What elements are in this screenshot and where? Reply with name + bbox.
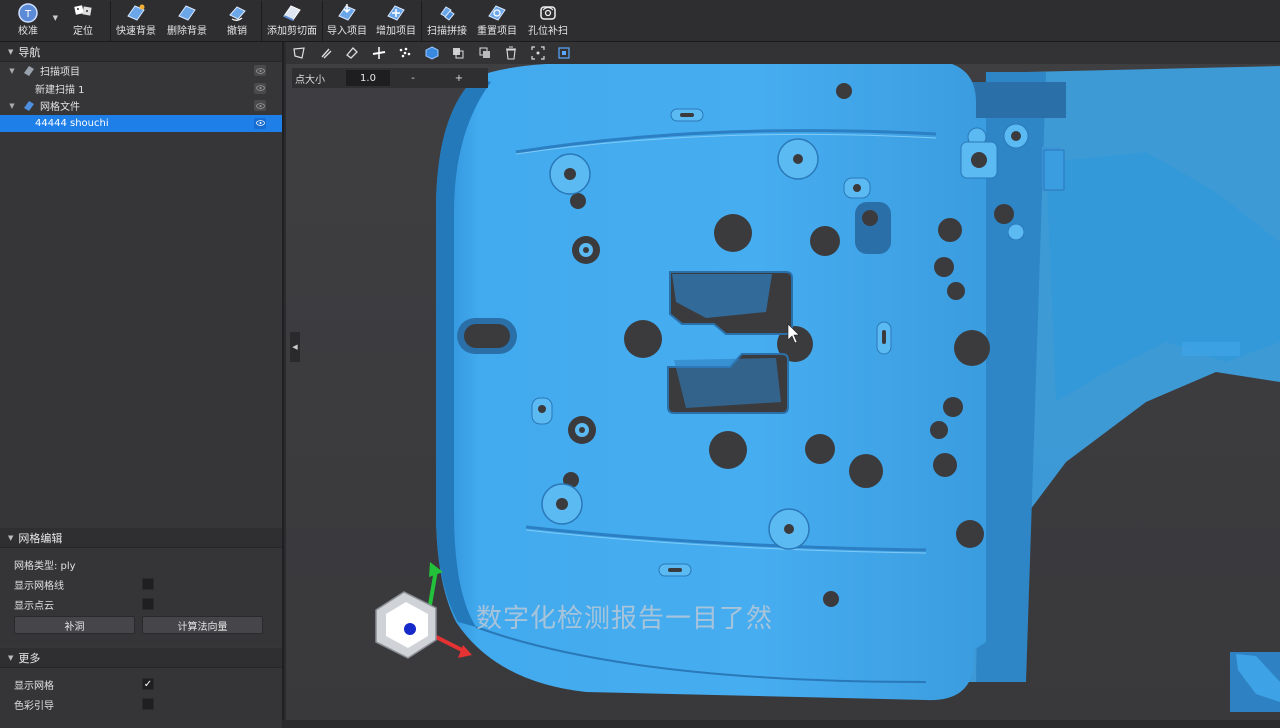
hole-rescan-button[interactable]: 孔位补扫	[522, 0, 574, 42]
import-project-button[interactable]: 导入项目	[323, 0, 371, 42]
locate-button[interactable]: 定位	[56, 0, 110, 42]
show-pointcloud-checkbox[interactable]	[142, 598, 154, 610]
fill-holes-button[interactable]: 补洞	[14, 616, 135, 634]
collapse-arrow-icon: ▼	[8, 653, 14, 662]
nav-tree: ▼ 扫描项目 新建扫描 1 ▼ 网格文件 44444 shouchi	[0, 62, 282, 132]
nav-title: 导航	[18, 45, 41, 59]
tree-item-scan-project[interactable]: ▼ 扫描项目	[0, 62, 282, 80]
quick-background-icon	[127, 4, 145, 21]
show-pointcloud-row: 显示点云	[0, 594, 282, 614]
point-size-bar: 点大小 1.0 - +	[292, 68, 488, 88]
delete-background-button[interactable]: 删除背景	[161, 0, 213, 42]
add-clip-plane-button[interactable]: 添加剪切面	[262, 0, 322, 42]
view-cube-icon[interactable]	[421, 43, 443, 63]
add-project-button[interactable]: 增加项目	[371, 0, 421, 42]
brush-select-icon[interactable]	[315, 43, 337, 63]
mesh-type-label: 网格类型: ply	[14, 560, 76, 572]
eraser-icon[interactable]	[341, 43, 363, 63]
point-size-value[interactable]: 1.0	[346, 70, 390, 86]
trash-icon[interactable]	[500, 43, 522, 63]
more-section: ▼ 更多 显示网格 ✓ 色彩引导	[0, 648, 282, 728]
color-guide-row: 色彩引导	[0, 694, 282, 714]
tree-item-mesh-44444-shouchi[interactable]: 44444 shouchi	[0, 114, 282, 132]
show-wireframe-row: 显示网格线	[0, 574, 282, 594]
locate-icon	[74, 5, 92, 16]
viewport-toolbar	[286, 42, 1280, 64]
mesh-actions-row: 补洞 计算法向量	[0, 614, 282, 634]
expand-arrow-icon[interactable]: ▼	[7, 67, 17, 75]
point-size-label: 点大小	[295, 74, 325, 86]
collapse-arrow-icon: ▼	[8, 47, 14, 56]
point-select-icon[interactable]	[394, 43, 416, 63]
expand-arrow-icon[interactable]: ▼	[7, 102, 17, 110]
hole-rescan-icon	[540, 6, 556, 20]
show-mesh-checkbox[interactable]: ✓	[142, 678, 154, 690]
visibility-eye-icon[interactable]	[254, 100, 266, 111]
invert-select-icon[interactable]	[447, 43, 469, 63]
show-wireframe-checkbox[interactable]	[142, 578, 154, 590]
visibility-eye-icon[interactable]	[254, 65, 266, 76]
reset-project-icon	[488, 5, 506, 21]
scan-stitch-icon	[440, 6, 455, 21]
deselect-icon[interactable]	[474, 43, 496, 63]
import-project-icon	[338, 4, 356, 21]
undo-button[interactable]: 撤销	[213, 0, 261, 42]
left-panel: ▼ 导航 ▼ 扫描项目 新建扫描 1 ▼ 网格文件 44444 shouchi	[0, 42, 284, 728]
reset-project-button[interactable]: 重置项目	[472, 0, 522, 42]
more-header[interactable]: ▼ 更多	[0, 648, 282, 668]
scan-project-icon	[24, 65, 34, 76]
video-subtitle: 数字化检测报告一目了然	[476, 604, 774, 634]
add-project-icon	[387, 5, 405, 21]
point-size-plus-button[interactable]: +	[436, 73, 482, 84]
main-toolbar: T 校准 ▼ 定位 快速背景 删除背景 撤销 添加剪切面 导入项目 增加项目 扫…	[0, 0, 1280, 42]
mesh-edit-header[interactable]: ▼ 网格编辑	[0, 528, 282, 548]
calibrate-icon: T	[18, 3, 38, 23]
mesh-edit-body: 网格类型: ply 显示网格线 显示点云 补洞 计算法向量	[0, 548, 282, 646]
compute-normals-button[interactable]: 计算法向量	[142, 616, 263, 634]
color-guide-checkbox[interactable]	[142, 698, 154, 710]
nav-panel-header[interactable]: ▼ 导航	[0, 42, 282, 62]
show-mesh-row: 显示网格 ✓	[14, 678, 154, 692]
visibility-eye-icon[interactable]	[254, 82, 266, 94]
tree-item-new-scan[interactable]: 新建扫描 1	[0, 80, 282, 98]
visibility-eye-icon[interactable]	[254, 117, 266, 129]
plane-cut-icon[interactable]	[368, 43, 390, 63]
lasso-select-icon[interactable]	[288, 43, 310, 63]
undo-icon	[229, 6, 246, 21]
scan-stitch-button[interactable]: 扫描拼接	[422, 0, 472, 42]
collapse-panel-icon[interactable]: ◀	[290, 332, 300, 362]
mesh-file-icon	[24, 100, 34, 111]
mesh-scene[interactable]	[286, 42, 1280, 720]
collapse-arrow-icon: ▼	[8, 533, 14, 542]
point-size-minus-button[interactable]: -	[390, 73, 436, 84]
zoom-fit-icon[interactable]	[553, 43, 575, 63]
add-clip-plane-icon	[283, 5, 301, 21]
fit-view-icon[interactable]	[527, 43, 549, 63]
tree-item-mesh-files[interactable]: ▼ 网格文件	[0, 97, 282, 115]
svg-text:T: T	[24, 9, 32, 20]
mesh-edit-section: ▼ 网格编辑 网格类型: ply 显示网格线 显示点云 补洞 计算法向量	[0, 528, 282, 646]
more-body: 显示网格 ✓ 色彩引导	[0, 668, 282, 728]
quick-background-button[interactable]: 快速背景	[111, 0, 161, 42]
3d-viewport[interactable]: 点大小 1.0 - + ◀ 数字化检测报告一目了然	[286, 42, 1280, 720]
calibrate-button[interactable]: T 校准 ▼	[0, 0, 58, 42]
delete-background-icon	[178, 5, 196, 21]
